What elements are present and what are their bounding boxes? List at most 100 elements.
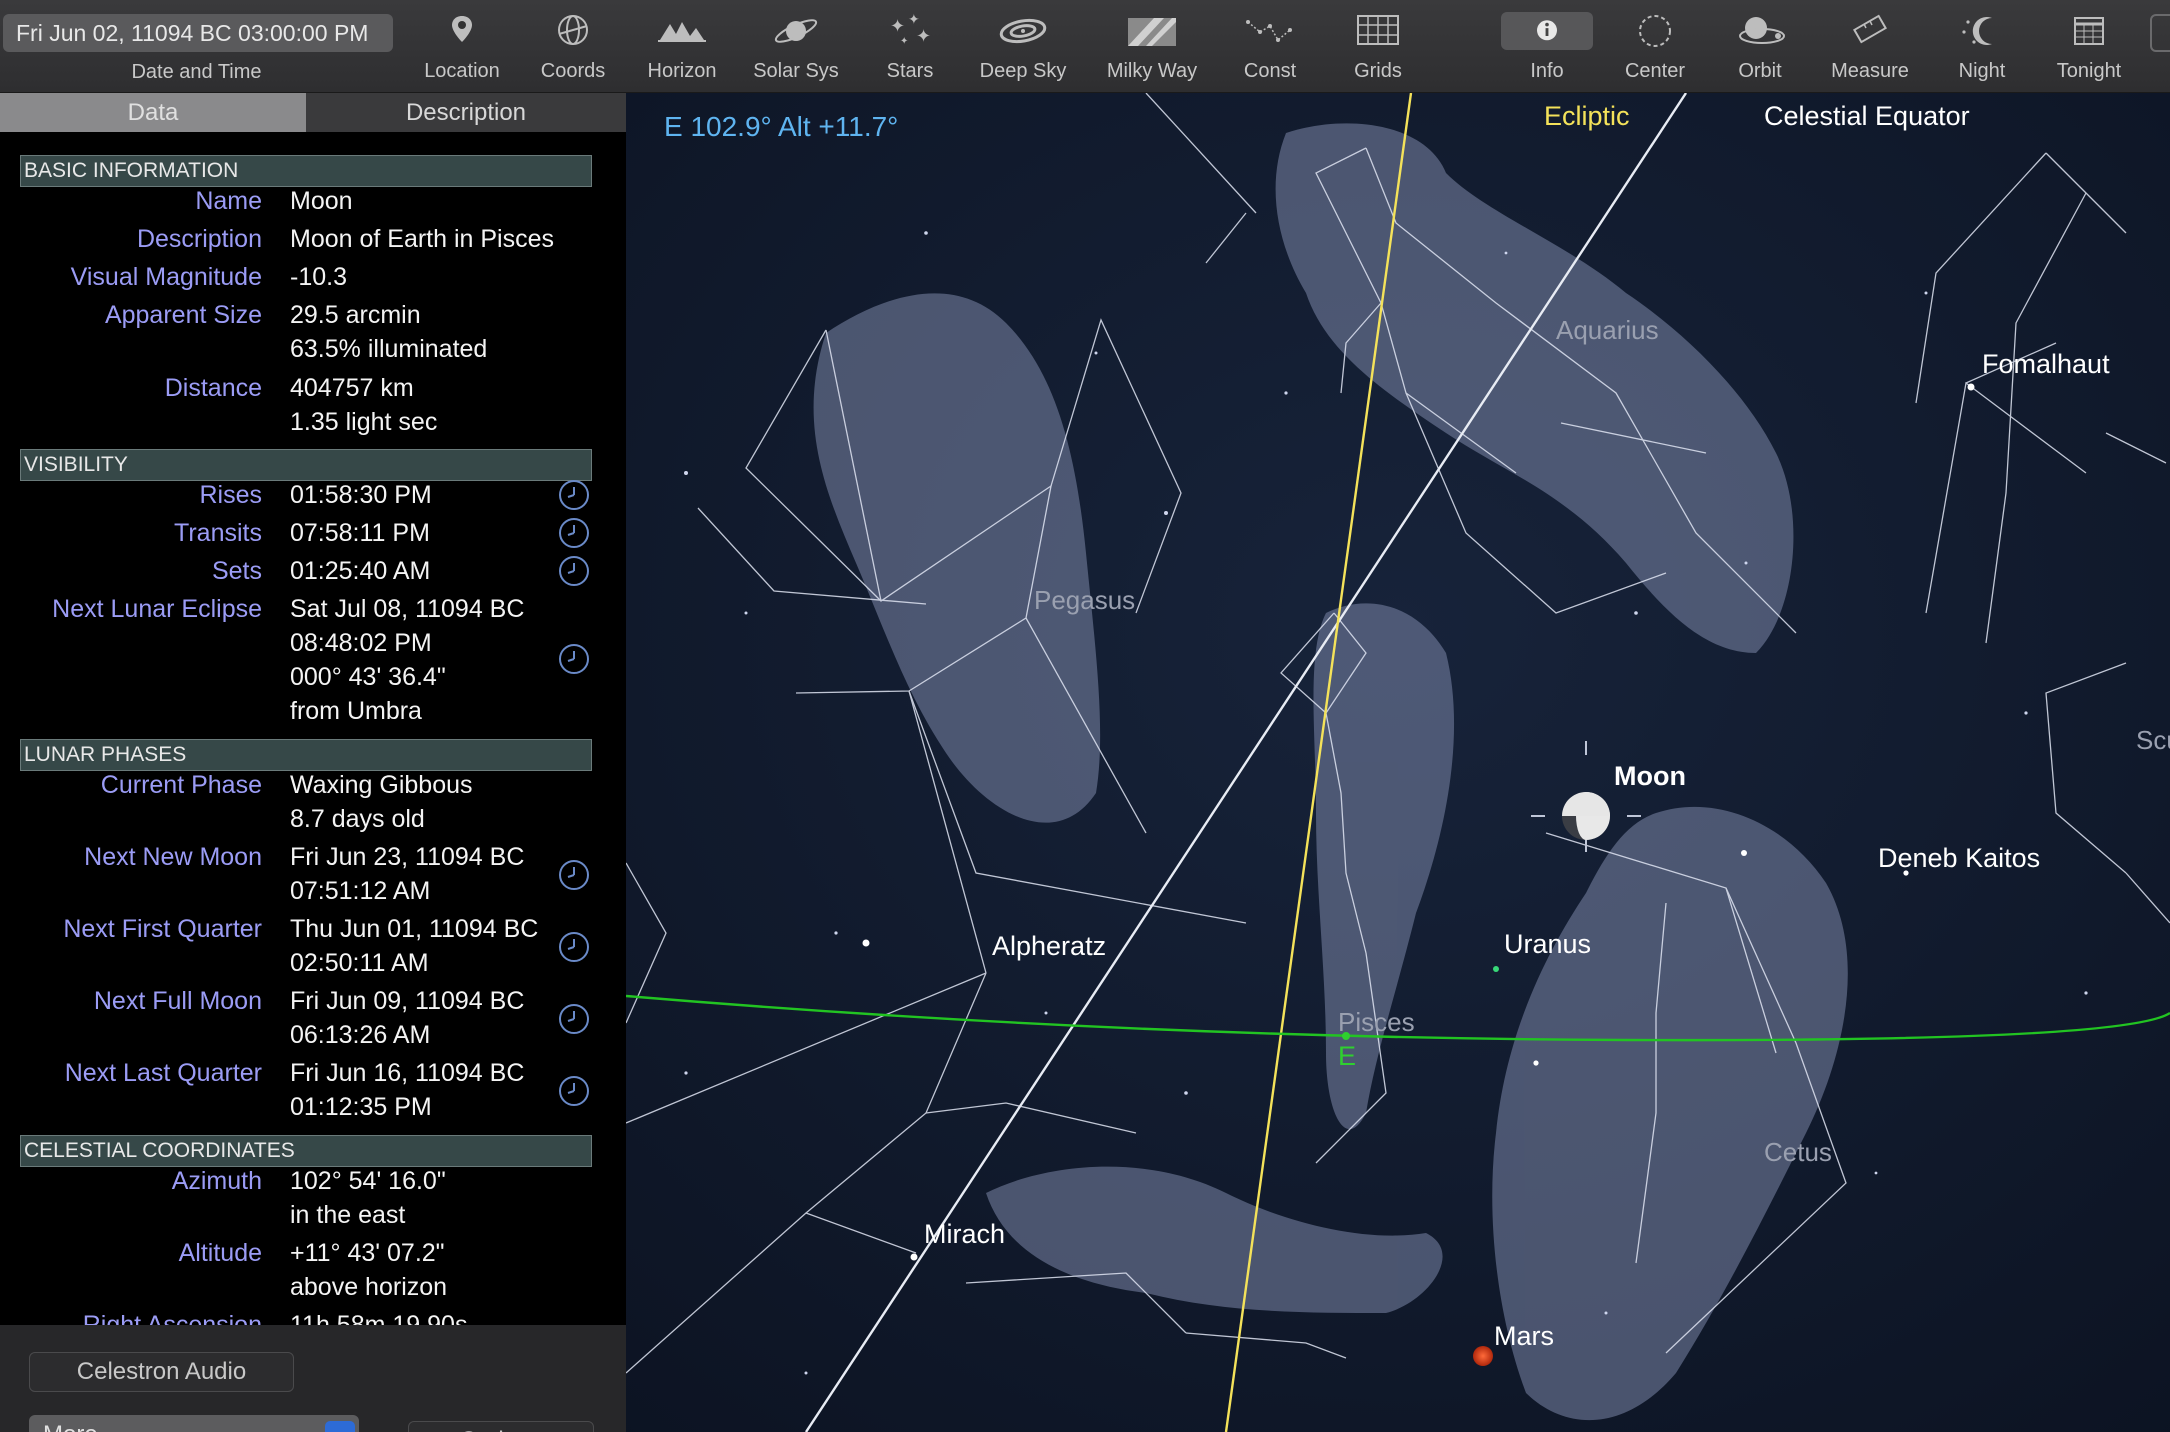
label-apparent-size: Apparent Size bbox=[104, 301, 262, 329]
section-header-basic: BASIC INFORMATION bbox=[20, 155, 592, 187]
label-next-last-quarter: Next Last Quarter bbox=[64, 1059, 262, 1087]
night-button[interactable]: Night bbox=[1942, 10, 2022, 88]
label-next-first-quarter: Next First Quarter bbox=[63, 915, 262, 943]
label-transits: Transits bbox=[174, 519, 262, 547]
clock-icon[interactable] bbox=[558, 1075, 590, 1107]
sky-chart[interactable]: E 102.9° Alt +11.7° Ecliptic Celestial E… bbox=[626, 93, 2170, 1432]
measure-label: Measure bbox=[1831, 60, 1909, 82]
cetus-label: Cetus bbox=[1764, 1137, 1832, 1167]
grids-button[interactable]: Grids bbox=[1338, 10, 1418, 88]
label-current-phase: Current Phase bbox=[100, 771, 262, 799]
mars-label[interactable]: Mars bbox=[1494, 1321, 1554, 1352]
value-last-quarter-date: Fri Jun 16, 11094 BC bbox=[290, 1059, 525, 1087]
coords-icon bbox=[533, 10, 613, 52]
deneb-kaitos-label[interactable]: Deneb Kaitos bbox=[1878, 843, 2040, 874]
aquarius-label: Aquarius bbox=[1556, 315, 1659, 345]
milky-way-icon bbox=[1097, 10, 1207, 52]
svg-text:✦: ✦ bbox=[900, 36, 908, 47]
value-distance-lightsec: 1.35 light sec bbox=[290, 408, 438, 436]
constellations-button[interactable]: Const bbox=[1230, 10, 1310, 88]
value-illuminated: 63.5% illuminated bbox=[290, 335, 488, 363]
orbit-button[interactable]: Orbit bbox=[1720, 10, 1800, 88]
value-visual-magnitude: -10.3 bbox=[290, 263, 347, 291]
date-time-control: Fri Jun 02, 11094 BC 03:00:00 PM Date an… bbox=[0, 14, 393, 86]
uranus-label[interactable]: Uranus bbox=[1504, 929, 1591, 960]
clock-icon[interactable] bbox=[558, 1003, 590, 1035]
label-rises: Rises bbox=[199, 481, 262, 509]
milky-way-button[interactable]: Milky Way bbox=[1097, 10, 1207, 88]
info-scroll-area[interactable]: BASIC INFORMATION Name Moon Description … bbox=[0, 143, 626, 1420]
stars-label: Stars bbox=[886, 60, 934, 82]
value-full-moon-time: 06:13:26 AM bbox=[290, 1021, 431, 1049]
value-rises: 01:58:30 PM bbox=[290, 481, 432, 509]
label-sets: Sets bbox=[211, 557, 262, 585]
fomalhaut-label[interactable]: Fomalhaut bbox=[1982, 349, 2110, 380]
location-button[interactable]: Location bbox=[422, 10, 502, 88]
label-distance: Distance bbox=[164, 374, 262, 402]
value-eclipse-umbra: from Umbra bbox=[290, 697, 422, 725]
more-label: More bbox=[43, 1421, 98, 1432]
stars-button[interactable]: ✦ ✦ ✦ ✦ Stars bbox=[870, 10, 950, 88]
stars-icon: ✦ ✦ ✦ ✦ bbox=[870, 10, 950, 52]
location-pin-icon bbox=[422, 10, 502, 52]
coords-label: Coords bbox=[540, 60, 606, 82]
more-popup-button[interactable]: More bbox=[29, 1415, 359, 1432]
tab-description[interactable]: Description bbox=[306, 93, 626, 132]
moon-label[interactable]: Moon bbox=[1614, 761, 1686, 792]
sky-canvas[interactable] bbox=[626, 93, 2170, 1432]
value-eclipse-date: Sat Jul 08, 11094 BC bbox=[290, 595, 525, 623]
deep-sky-button[interactable]: Deep Sky bbox=[973, 10, 1073, 88]
celestron-audio-button[interactable]: Celestron Audio bbox=[29, 1352, 294, 1392]
clock-icon[interactable] bbox=[558, 479, 590, 511]
value-description: Moon of Earth in Pisces bbox=[290, 225, 555, 253]
tab-data[interactable]: Data bbox=[0, 93, 306, 132]
sculptor-label: Sculptor bbox=[2136, 725, 2170, 755]
east-direction-label: E bbox=[1338, 1041, 1357, 1071]
value-first-quarter-date: Thu Jun 01, 11094 BC bbox=[290, 915, 539, 943]
clock-icon[interactable] bbox=[558, 517, 590, 549]
deep-sky-label: Deep Sky bbox=[979, 60, 1067, 82]
location-label: Location bbox=[424, 60, 500, 82]
date-time-caption: Date and Time bbox=[131, 61, 262, 83]
clock-icon[interactable] bbox=[558, 931, 590, 963]
options-button[interactable]: Options bbox=[408, 1421, 594, 1432]
orbit-label: Orbit bbox=[1738, 60, 1782, 82]
pegasus-label: Pegasus bbox=[1034, 585, 1136, 615]
coords-button[interactable]: Coords bbox=[533, 10, 613, 88]
orbit-icon bbox=[1720, 10, 1800, 52]
solar-system-button[interactable]: Solar Sys bbox=[746, 10, 846, 88]
alpheratz-label[interactable]: Alpheratz bbox=[992, 931, 1106, 962]
ruler-icon bbox=[1824, 10, 1916, 52]
value-first-quarter-time: 02:50:11 AM bbox=[290, 949, 429, 977]
value-new-moon-time: 07:51:12 AM bbox=[290, 877, 431, 905]
date-time-field[interactable]: Fri Jun 02, 11094 BC 03:00:00 PM bbox=[3, 14, 393, 52]
label-next-lunar-eclipse: Next Lunar Eclipse bbox=[52, 595, 262, 623]
night-label: Night bbox=[1958, 60, 2006, 82]
clock-icon[interactable] bbox=[558, 643, 590, 675]
measure-button[interactable]: Measure bbox=[1824, 10, 1916, 88]
horizon-label: Horizon bbox=[647, 60, 717, 82]
clock-icon[interactable] bbox=[558, 859, 590, 891]
solar-system-label: Solar Sys bbox=[753, 60, 839, 82]
value-altitude-note: above horizon bbox=[290, 1273, 448, 1301]
info-panel: Data Description BASIC INFORMATION Name … bbox=[0, 93, 626, 1432]
center-label: Center bbox=[1624, 60, 1686, 82]
mirach-label[interactable]: Mirach bbox=[924, 1219, 1005, 1250]
panel-tabs: Data Description bbox=[0, 93, 626, 132]
center-button[interactable]: Center bbox=[1614, 10, 1696, 88]
info-button[interactable]: Info bbox=[1500, 10, 1594, 88]
overflow-button[interactable] bbox=[2150, 14, 2170, 52]
uranus-marker[interactable] bbox=[1493, 966, 1499, 972]
tonight-label: Tonight bbox=[2056, 60, 2122, 82]
horizon-button[interactable]: Horizon bbox=[637, 10, 727, 88]
value-last-quarter-time: 01:12:35 PM bbox=[290, 1093, 432, 1121]
celestial-equator-label: Celestial Equator bbox=[1764, 101, 1970, 131]
label-next-full-moon: Next Full Moon bbox=[93, 987, 262, 1015]
planet-icon bbox=[746, 10, 846, 52]
value-name: Moon bbox=[290, 187, 353, 215]
clock-icon[interactable] bbox=[558, 555, 590, 587]
tonight-button[interactable]: Tonight bbox=[2046, 10, 2132, 88]
section-header-lunar-phases: LUNAR PHASES bbox=[20, 739, 592, 771]
mars-marker[interactable] bbox=[1473, 1346, 1493, 1366]
label-name: Name bbox=[195, 187, 262, 215]
